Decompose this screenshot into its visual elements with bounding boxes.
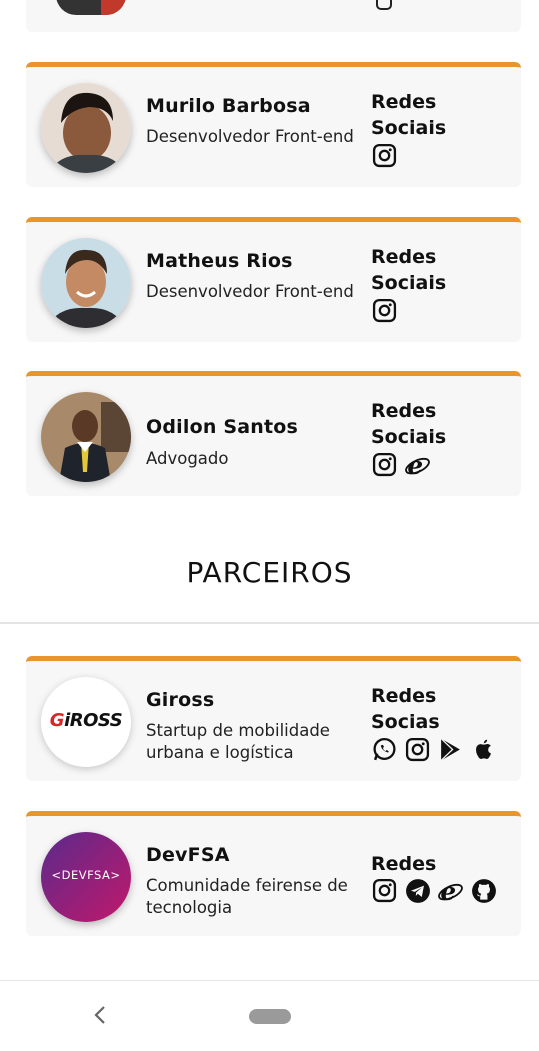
whatsapp-icon[interactable] bbox=[371, 736, 398, 763]
team-card-partial bbox=[26, 0, 521, 32]
instagram-icon[interactable] bbox=[371, 877, 398, 904]
social-title: Redes Sociais bbox=[371, 400, 447, 448]
social-title: Redes bbox=[371, 853, 437, 875]
partner-logo: <DEVFSA> bbox=[41, 832, 131, 922]
telegram-icon[interactable] bbox=[404, 877, 431, 904]
team-card: Matheus Rios Desenvolvedor Front-end Red… bbox=[26, 217, 521, 342]
github-icon[interactable] bbox=[470, 877, 497, 904]
avatar bbox=[41, 238, 131, 328]
social-icons bbox=[371, 142, 398, 169]
partners-section-title: PARCEIROS bbox=[186, 556, 353, 589]
member-role: Desenvolvedor Front-end bbox=[146, 282, 354, 301]
internet-explorer-icon[interactable]: e bbox=[404, 451, 431, 479]
member-role: Advogado bbox=[146, 449, 229, 468]
member-name: Murilo Barbosa bbox=[146, 95, 311, 117]
member-role: Desenvolvedor Front-end bbox=[146, 127, 354, 146]
instagram-icon[interactable] bbox=[371, 142, 398, 169]
avatar-partial bbox=[56, 0, 126, 15]
chevron-left-icon[interactable] bbox=[93, 1003, 107, 1033]
partner-card: GiROSS Giross Startup de mobilidade urba… bbox=[26, 656, 521, 781]
partner-card: <DEVFSA> DevFSA Comunidade feirense de t… bbox=[26, 811, 521, 936]
instagram-icon-partial[interactable] bbox=[376, 0, 392, 10]
member-name: Matheus Rios bbox=[146, 250, 293, 272]
internet-explorer-icon[interactable]: e bbox=[437, 877, 464, 905]
social-title: Redes Socias bbox=[371, 685, 440, 733]
system-navbar bbox=[0, 980, 539, 1051]
social-icons: e bbox=[371, 877, 497, 905]
social-title: Redes Sociais bbox=[371, 246, 447, 294]
instagram-icon[interactable] bbox=[371, 451, 398, 478]
partner-desc: Startup de mobilidade urbana e logística bbox=[146, 721, 330, 762]
social-icons: e bbox=[371, 451, 431, 479]
avatar bbox=[41, 392, 131, 482]
home-pill-icon[interactable] bbox=[249, 1009, 291, 1024]
team-card: Murilo Barbosa Desenvolvedor Front-end R… bbox=[26, 62, 521, 187]
google-play-icon[interactable] bbox=[437, 736, 464, 763]
divider bbox=[0, 622, 539, 624]
social-icons bbox=[371, 297, 398, 324]
avatar bbox=[41, 83, 131, 173]
instagram-icon[interactable] bbox=[404, 736, 431, 763]
giross-logo-text: GiROSS bbox=[49, 710, 123, 731]
social-title: Redes Sociais bbox=[371, 91, 447, 139]
apple-icon[interactable] bbox=[470, 736, 497, 763]
instagram-icon[interactable] bbox=[371, 297, 398, 324]
member-name: Odilon Santos bbox=[146, 416, 299, 438]
partner-name: DevFSA bbox=[146, 844, 230, 866]
social-icons bbox=[371, 736, 497, 763]
team-card: Odilon Santos Advogado Redes Sociais e bbox=[26, 371, 521, 496]
partner-logo: GiROSS bbox=[41, 677, 131, 767]
partner-desc: Comunidade feirense de tecnologia bbox=[146, 876, 348, 917]
devfsa-logo-text: <DEVFSA> bbox=[51, 868, 121, 882]
partner-name: Giross bbox=[146, 689, 215, 711]
